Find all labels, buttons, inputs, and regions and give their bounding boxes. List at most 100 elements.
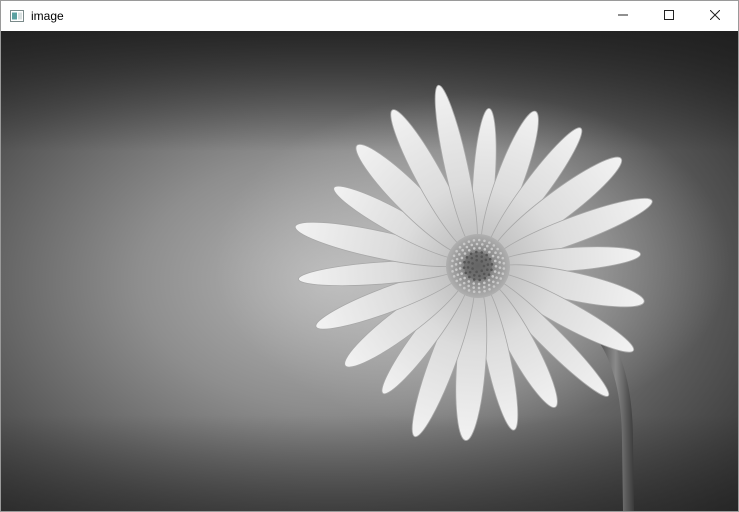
seed-dot [475,242,479,246]
seed-dot [495,276,498,279]
seed-dot [494,251,497,254]
app-icon [9,8,25,24]
seed-dot [483,281,486,285]
seed-dot [467,284,470,288]
seed-dot [482,272,486,276]
seed-dot [477,286,481,290]
minimize-icon [618,7,628,25]
seed-dot [477,238,481,242]
seed-dot [485,268,489,272]
seed-dot [491,254,495,258]
seed-dot [472,278,476,281]
seed-dot [458,245,462,249]
seed-dot [493,259,497,263]
minimize-button[interactable] [600,1,646,31]
seed-dot [472,290,476,294]
seed-dot [494,264,498,268]
image-canvas[interactable] [1,31,738,511]
close-button[interactable] [692,1,738,31]
seed-dot [502,267,506,270]
seed-dot [478,278,481,282]
seed-dot [456,273,460,277]
seed-dot [492,285,496,288]
seed-dot [490,247,494,251]
seed-dot [487,283,491,287]
seed-dot [487,278,491,282]
seed-dot [467,248,471,252]
seed-dot [492,244,496,247]
seed-dot [478,274,481,278]
seed-dot [487,273,491,276]
seed-dot [478,246,481,250]
seed-dot [488,241,491,244]
seed-dot [475,254,478,258]
seed-dot [466,266,470,269]
seed-dot [490,263,494,266]
flower-center-inner [464,252,492,280]
seed-dot [454,263,458,266]
seed-dot [499,252,502,255]
maximize-icon [664,7,674,25]
seed-dot [471,267,474,270]
seed-dot [475,258,478,262]
seed-dot [461,248,464,252]
seed-dot [492,280,495,284]
seed-dot [472,247,476,250]
seed-dot [477,282,481,286]
seed-dot [458,253,461,256]
seed-dot [499,277,503,280]
seed-dot [480,269,484,273]
seed-dot [455,268,458,271]
seed-dot [478,290,481,294]
seed-dot [486,244,489,248]
seed-dot [467,260,471,264]
seed-dot [467,280,471,283]
title-bar[interactable]: image [1,1,738,31]
seed-dot [468,275,471,279]
seed-dot [450,264,454,268]
seed-dot [498,266,502,269]
seed-dot [462,242,466,246]
seed-dot [471,262,474,265]
seed-dot [488,250,491,254]
seed-dot [502,261,506,265]
app-window: image [0,0,739,512]
seed-dot [451,270,454,273]
seed-dot [465,245,469,249]
maximize-button[interactable] [646,1,692,31]
seed-dot [463,252,467,255]
seed-dot [485,253,488,257]
seed-dot [501,256,505,260]
seed-dot [480,243,484,246]
close-icon [709,7,721,25]
seed-dot [472,239,476,242]
seed-dot [482,285,486,289]
seed-dot [483,248,487,251]
seed-dot [490,268,493,272]
seed-dot [462,266,466,269]
seed-dot [497,271,501,275]
seed-dot [470,243,474,247]
seed-dot [496,255,500,259]
window-title: image [31,9,64,23]
seed-dot [463,276,466,280]
daisy-image [1,31,738,511]
seed-dot [459,278,462,281]
seed-dot [482,264,486,268]
seed-dot [469,252,473,256]
seed-dot [458,261,462,265]
seed-dot [493,270,497,273]
seed-dot [483,276,487,280]
seed-dot [467,289,471,292]
seed-dot [463,286,466,290]
seed-dot [468,270,472,274]
seed-dot [458,283,462,287]
seed-dot [496,247,499,251]
seed-dot [472,282,476,285]
seed-dot [465,256,469,259]
seed-dot [496,281,500,285]
seed-dot [467,240,471,243]
seed-dot [460,256,464,260]
seed-dot [455,279,459,283]
window-controls [600,1,738,31]
